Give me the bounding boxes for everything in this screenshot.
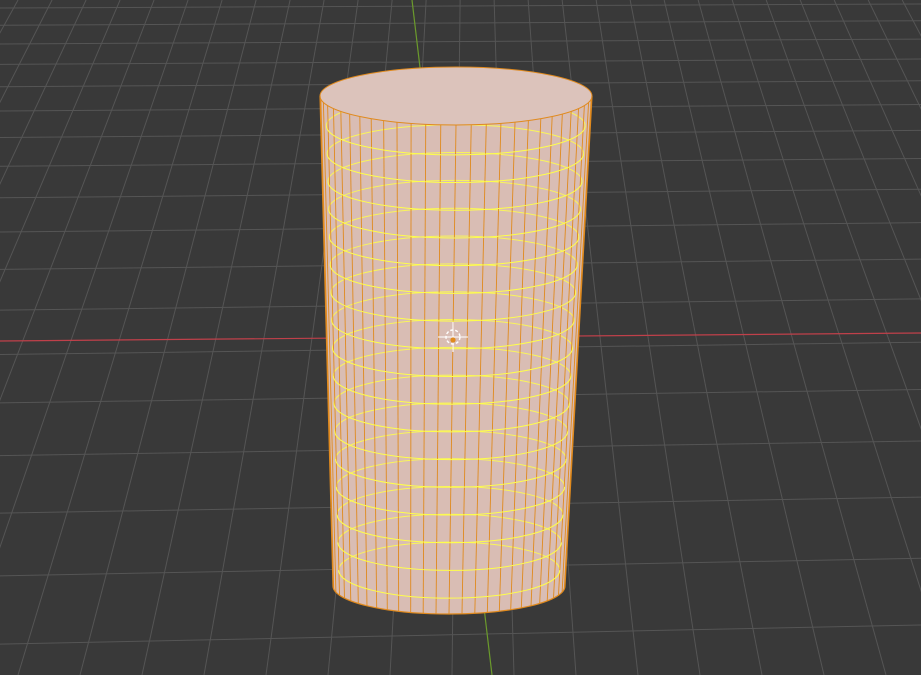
- grid-line: [595, 0, 701, 675]
- grid-line: [0, 0, 19, 34]
- grid-line: [141, 0, 291, 675]
- grid-line: [0, 20, 921, 26]
- 3d-viewport[interactable]: [0, 0, 921, 675]
- grid-line: [0, 0, 87, 185]
- grid-line: [0, 0, 53, 104]
- object-origin-dot: [450, 337, 456, 343]
- grid-line: [833, 0, 921, 197]
- grid-line: [697, 0, 887, 675]
- cylinder-top-cap: [319, 66, 593, 126]
- grid-line: [731, 0, 921, 593]
- grid-line: [663, 0, 825, 675]
- viewport-scene[interactable]: [0, 0, 921, 675]
- cylinder-mesh[interactable]: [319, 66, 593, 615]
- grid-line: [799, 0, 921, 302]
- grid-line: [629, 0, 763, 675]
- grid-line: [0, 624, 921, 645]
- grid-line: [0, 58, 921, 65]
- grid-line: [765, 0, 921, 431]
- grid-line: [867, 0, 921, 110]
- grid-line: [901, 0, 921, 37]
- grid-line: [203, 0, 325, 675]
